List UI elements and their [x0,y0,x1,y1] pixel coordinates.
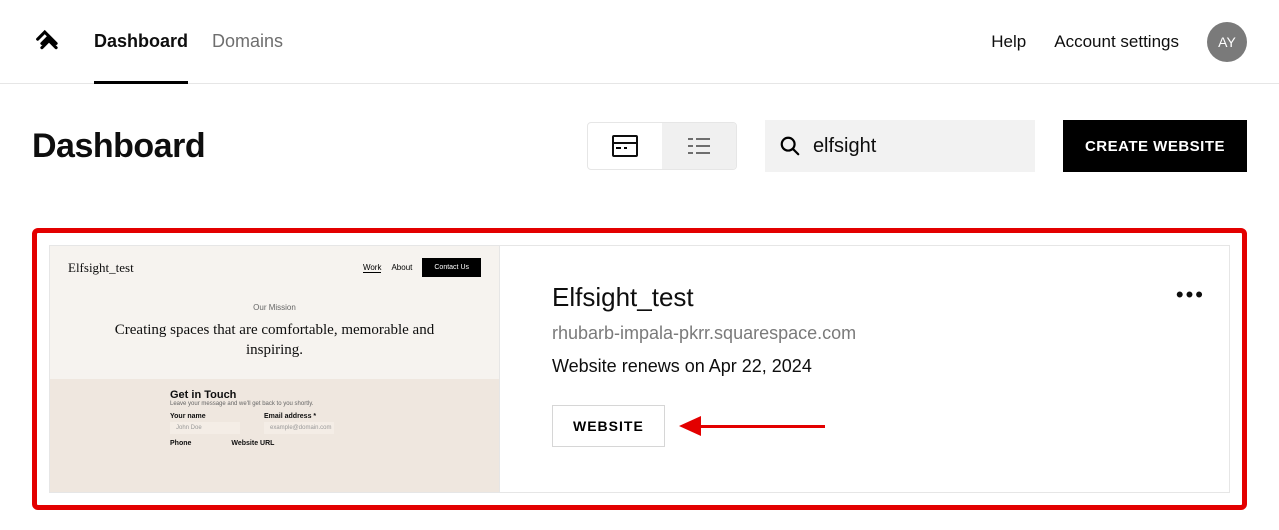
site-domain: rhubarb-impala-pkrr.squarespace.com [552,323,1201,344]
nav-domains[interactable]: Domains [212,0,283,83]
thumb-form: Get in Touch Leave your message and we'l… [50,379,499,493]
nav-dashboard[interactable]: Dashboard [94,0,188,83]
top-nav: Dashboard Domains [94,0,283,83]
list-view-button[interactable] [662,123,736,169]
thumb-brand: Elfsight_test [68,260,134,276]
top-bar-right: Help Account settings AY [991,22,1247,62]
site-info: ••• Elfsight_test rhubarb-impala-pkrr.sq… [500,246,1229,492]
avatar[interactable]: AY [1207,22,1247,62]
thumb-mission-label: Our Mission [50,303,499,312]
thumb-ph-name: John Doe [170,422,240,434]
help-link[interactable]: Help [991,32,1026,52]
thumb-label-phone: Phone [170,440,191,447]
annotation-highlight: Elfsight_test Work About Contact Us Our … [32,228,1247,510]
account-settings-link[interactable]: Account settings [1054,32,1179,52]
site-actions: WEBSITE [552,405,1201,447]
thumb-form-sub: Leave your message and we'll get back to… [170,401,379,407]
thumb-tagline: Creating spaces that are comfortable, me… [50,312,499,379]
thumb-ph-email: example@domain.com [264,422,334,434]
page-body: Dashboard [0,84,1279,510]
site-card[interactable]: Elfsight_test Work About Contact Us Our … [49,245,1230,493]
grid-view-button[interactable] [588,123,662,169]
more-menu-icon[interactable]: ••• [1176,282,1205,308]
site-renewal: Website renews on Apr 22, 2024 [552,356,1201,377]
page-title: Dashboard [32,127,205,166]
website-button[interactable]: WEBSITE [552,405,665,447]
view-toggle [587,122,737,170]
thumb-label-name: Your name [170,413,240,420]
top-bar: Dashboard Domains Help Account settings … [0,0,1279,84]
site-title: Elfsight_test [552,282,1201,313]
create-website-button[interactable]: CREATE WEBSITE [1063,120,1247,172]
search-input[interactable] [813,135,1078,158]
thumb-nav: Work About Contact Us [363,258,481,277]
thumb-contact-button: Contact Us [422,258,481,277]
thumb-label-email: Email address * [264,413,334,420]
annotation-arrow [685,415,825,437]
page-header: Dashboard [32,120,1247,172]
thumb-nav-work: Work [363,263,382,273]
squarespace-logo[interactable] [32,25,66,59]
header-controls: CREATE WEBSITE [587,120,1247,172]
search-icon [779,135,801,157]
thumb-label-url: Website URL [231,440,274,447]
thumb-form-title: Get in Touch [170,389,379,401]
thumb-nav-about: About [391,263,412,272]
search-box [765,120,1035,172]
site-thumbnail[interactable]: Elfsight_test Work About Contact Us Our … [50,246,500,492]
